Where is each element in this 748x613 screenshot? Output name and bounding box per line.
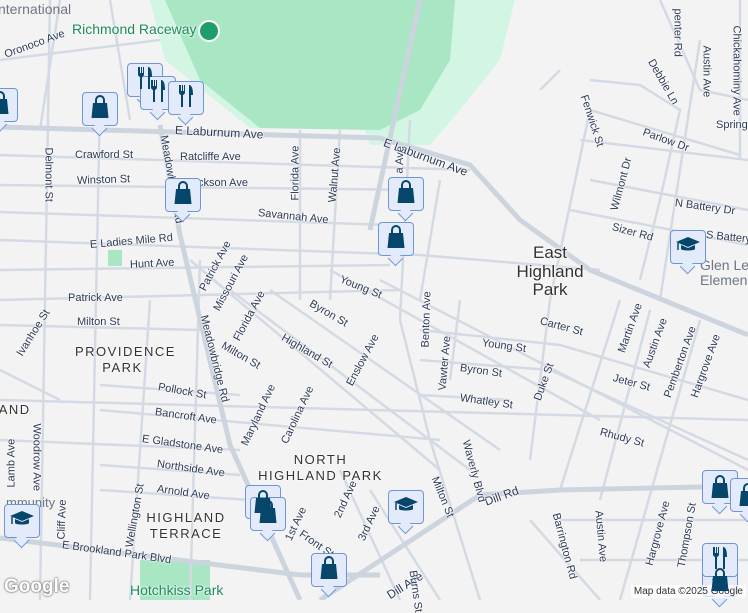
street-label: Chickahominy Ave (730, 25, 743, 116)
shopping-marker[interactable] (165, 178, 201, 212)
street-label: Woodrow Ave (30, 423, 43, 491)
street-label: Cliff Ave (55, 499, 69, 540)
north-highland-park-label: NORTH HIGHLAND PARK (258, 452, 383, 483)
raceway-pin-icon[interactable] (198, 20, 220, 42)
shopping-bag-icon (319, 555, 339, 585)
glen-lea-line1: Glen Le (700, 257, 748, 273)
street-label: Ratcliffe Ave (180, 151, 241, 163)
graduation-cap-icon (675, 235, 701, 260)
school-marker[interactable] (388, 490, 424, 524)
shopping-bag-icon (386, 224, 406, 254)
shopping-marker[interactable] (378, 222, 414, 256)
street-label: Milton St (77, 316, 120, 328)
richmond-raceway-label[interactable]: Richmond Raceway (72, 21, 197, 37)
shopping-bag-icon (173, 180, 193, 210)
street-label: a Ave (393, 145, 407, 174)
street-label: Benton Ave (419, 291, 434, 348)
street-label: Hunt Ave (129, 256, 175, 271)
land-partial-label: LAND (0, 402, 31, 417)
street-label: Crawford St (75, 149, 134, 161)
providence-park-label: PROVIDENCE PARK (75, 344, 176, 375)
shopping-marker[interactable] (311, 553, 347, 587)
school-marker[interactable] (670, 230, 706, 264)
street-label: Delmont St (42, 147, 55, 202)
street-label: Florida Ave (289, 145, 302, 201)
street-label: ckson Ave (198, 177, 248, 189)
street-label: Spring (716, 119, 748, 131)
glen-lea-label[interactable]: Glen Le Elemen (700, 257, 748, 289)
international-label: nternational (0, 1, 72, 17)
street-label: Lamb Ave (5, 438, 18, 488)
shopping-bag-icon (396, 179, 416, 209)
shopping-marker[interactable] (82, 92, 118, 126)
street-label: Winston St (76, 173, 131, 187)
hotchkiss-park-label[interactable]: Hotchkiss Park (130, 582, 223, 598)
graduation-cap-icon (9, 509, 35, 534)
street-label: Patrick Ave (68, 292, 123, 304)
fork-knife-icon (148, 79, 168, 108)
fork-knife-icon (176, 84, 196, 113)
street-label: penter Rd (671, 8, 684, 57)
glen-lea-line2: Elemen (700, 272, 748, 289)
shopping-bag-icon (0, 90, 10, 120)
east-highland-park-label: East Highland Park (516, 243, 584, 300)
shopping-marker[interactable] (730, 478, 748, 512)
shopping-bag-icon (90, 94, 110, 124)
shopping-bag-icon (258, 499, 278, 529)
school-marker[interactable] (4, 504, 40, 538)
highland-terrace-label: HIGHLAND TERRACE (146, 510, 226, 541)
graduation-cap-icon (393, 495, 419, 520)
restaurant-marker[interactable] (168, 81, 204, 115)
google-logo: Google (4, 576, 70, 597)
street-label: Austin Ave (700, 45, 713, 98)
shopping-marker[interactable] (0, 88, 18, 122)
shopping-marker[interactable] (388, 177, 424, 211)
